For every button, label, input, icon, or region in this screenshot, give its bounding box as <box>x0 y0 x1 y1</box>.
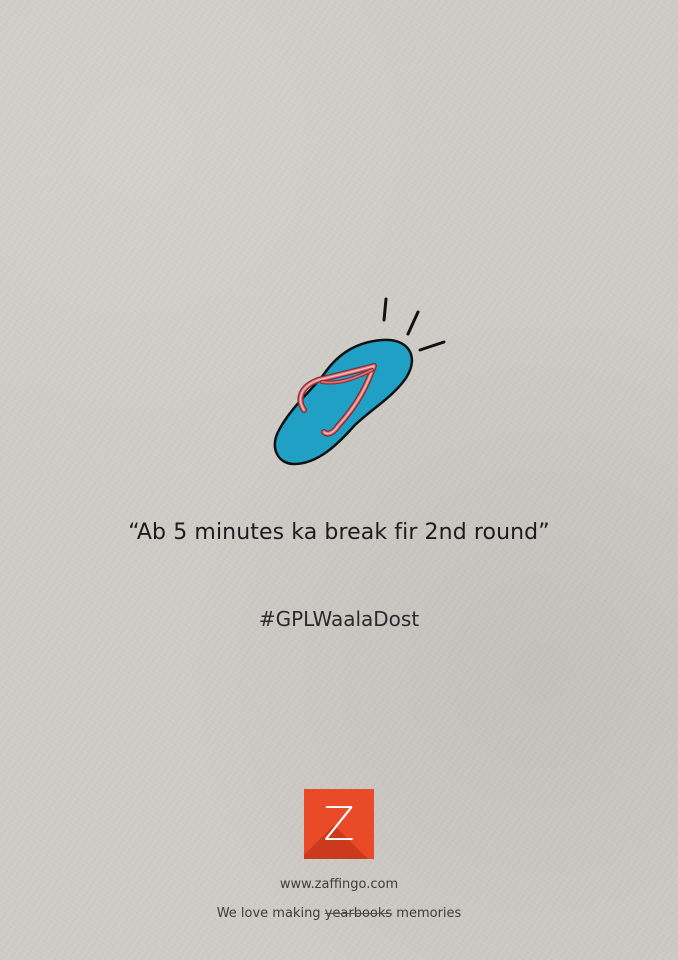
slipper-sole <box>273 338 414 466</box>
flip-flop-slipper-icon <box>260 286 460 482</box>
poster: “Ab 5 minutes ka break fir 2nd round” #G… <box>0 0 678 960</box>
logo-letter: Z <box>323 797 355 851</box>
website-link[interactable]: www.zaffingo.com <box>0 877 678 892</box>
quote-text: “Ab 5 minutes ka break fir 2nd round” <box>128 520 550 545</box>
tagline-after: memories <box>392 906 462 921</box>
tagline-before: We love making <box>216 906 325 921</box>
tagline-struck-word: yearbooks <box>324 906 393 921</box>
hashtag-text: #GPLWaalaDost <box>258 607 420 631</box>
tagline: We love making yearbooks memories <box>0 906 678 921</box>
zaffingo-logo: Z <box>304 789 374 859</box>
